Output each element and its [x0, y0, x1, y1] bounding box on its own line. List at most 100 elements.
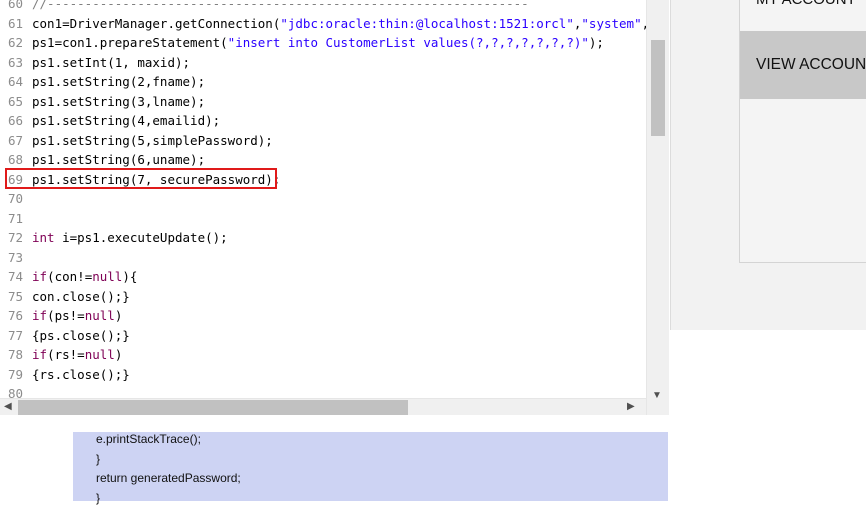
line-number: 75: [8, 288, 24, 304]
code-token: ps1.setString(3,lname);: [32, 93, 206, 109]
line-number: 80: [8, 386, 24, 398]
line-number: 67: [8, 132, 24, 148]
code-line: 74 if(con!=null){: [0, 267, 646, 286]
code-token: //--------------------------------------…: [32, 0, 529, 11]
line-text: {ps.close();}: [32, 326, 130, 345]
line-text: ps1.setString(6,uname);: [32, 150, 205, 169]
code-token: null: [92, 269, 123, 284]
line-text: ps1.setString(3,lname);: [32, 92, 205, 111]
line-number: 66: [8, 113, 24, 128]
line-number: 63: [8, 54, 24, 70]
code-line: 75 con.close();}: [0, 287, 646, 306]
code-token: int: [32, 230, 55, 245]
code-token: if: [32, 269, 48, 284]
code-line: 65 ps1.setString(3,lname);: [0, 92, 646, 111]
line-text: ps1.setString(4,emailid);: [32, 111, 220, 130]
code-token: "system": [581, 15, 642, 31]
scroll-down-icon[interactable]: ▼: [652, 390, 662, 401]
code-token: "jdbc:oracle:thin:@localhost:1521:orcl": [280, 15, 574, 31]
line-number: 76: [8, 308, 24, 323]
code-token: ps1.setString(4,emailid);: [32, 113, 221, 128]
code-token: if: [32, 308, 48, 323]
line-number: 71: [8, 210, 24, 226]
code-line: 64 ps1.setString(2,fname);: [0, 72, 646, 91]
code-token: if: [32, 347, 48, 362]
vertical-scroll-thumb[interactable]: [651, 40, 665, 136]
code-token: ){: [122, 269, 138, 284]
code-line: 60 //------------------------------------…: [0, 0, 646, 13]
code-line: 72 int i=ps1.executeUpdate();: [0, 228, 646, 247]
line-text: ps1.setString(5,simplePassword);: [32, 131, 273, 150]
code-line: 70: [0, 189, 646, 208]
code-token: (rs!=: [47, 347, 85, 362]
code-token: null: [84, 347, 115, 362]
horizontal-scrollbar[interactable]: ◀ ▶: [0, 398, 646, 416]
code-token: con.close();}: [32, 288, 130, 304]
code-line: 66 ps1.setString(4,emailid);: [0, 111, 646, 130]
code-line: 61 con1=DriverManager.getConnection("jdbc…: [0, 14, 646, 33]
code-token: ps1=con1.prepareStatement(: [32, 35, 228, 50]
scroll-right-icon[interactable]: ▶: [627, 401, 635, 412]
code-token: {rs.close();}: [32, 366, 130, 382]
code-editor[interactable]: 60 //------------------------------------…: [0, 0, 646, 398]
line-text: ps1.setInt(1, maxid);: [32, 53, 190, 72]
menu-item-view-account[interactable]: VIEW ACCOUNT: [740, 31, 866, 99]
line-text: ps1.setString(2,fname);: [32, 72, 205, 91]
code-line: 76 if(ps!=null): [0, 306, 646, 325]
line-number: 79: [8, 366, 24, 382]
line-number: 64: [8, 74, 24, 89]
line-text: //--------------------------------------…: [32, 0, 529, 13]
line-number: 60: [8, 0, 24, 11]
code-line: 77 {ps.close();}: [0, 326, 646, 345]
menu-item-my-account[interactable]: MY ACCOUNT: [740, 0, 866, 30]
code-line: 67 ps1.setString(5,simplePassword);: [0, 131, 646, 150]
code-token: i=ps1.executeUpdate();: [54, 230, 228, 245]
line-text: if(con!=null){: [32, 267, 137, 286]
code-token: ): [114, 308, 123, 323]
code-line: 73: [0, 248, 646, 267]
scroll-left-icon[interactable]: ◀: [4, 401, 12, 412]
code-line: 71: [0, 209, 646, 228]
line-number: 78: [8, 347, 24, 362]
side-panel: MY ACCOUNT VIEW ACCOUNT: [670, 0, 866, 330]
code-token: ps1.setInt(1, maxid);: [32, 54, 191, 70]
highlight-box: [5, 168, 277, 189]
code-token: null: [84, 308, 115, 323]
line-text: con1=DriverManager.getConnection("jdbc:o…: [32, 14, 646, 33]
line-text: if(rs!=null): [32, 345, 122, 364]
line-text: {rs.close();}: [32, 365, 130, 384]
code-token: "insert into CustomerList values(?,?,?,?…: [227, 35, 589, 50]
code-token: );: [588, 35, 604, 50]
horizontal-scroll-thumb[interactable]: [18, 400, 408, 415]
line-number: 70: [8, 191, 24, 206]
line-text: if(ps!=null): [32, 306, 122, 325]
code-token: (con!=: [47, 269, 93, 284]
code-token: ps1.setString(6,uname);: [32, 152, 206, 167]
code-token: (ps!=: [47, 308, 85, 323]
code-line: 78 if(rs!=null): [0, 345, 646, 364]
account-menu: MY ACCOUNT VIEW ACCOUNT: [739, 0, 866, 263]
line-number: 73: [8, 249, 24, 265]
line-number: 62: [8, 35, 24, 50]
line-number: 77: [8, 327, 24, 343]
answer-code-line: return generatedPassword;: [96, 471, 241, 485]
code-token: con1=DriverManager.getConnection(: [32, 15, 281, 31]
line-number: 65: [8, 93, 24, 109]
answer-code-line: }: [96, 451, 101, 466]
code-token: ps1.setString(2,fname);: [32, 74, 206, 89]
line-number: 68: [8, 152, 24, 167]
line-text: int i=ps1.executeUpdate();: [32, 228, 228, 247]
answer-code-line: }: [96, 490, 101, 505]
answer-code-line: e.printStackTrace();: [96, 432, 201, 446]
code-line: 62 ps1=con1.prepareStatement("insert into…: [0, 33, 646, 52]
vertical-scrollbar[interactable]: ▼: [646, 0, 669, 415]
code-line: 79 {rs.close();}: [0, 365, 646, 384]
line-number: 74: [8, 269, 24, 284]
code-line: 63 ps1.setInt(1, maxid);: [0, 53, 646, 72]
code-line: 68 ps1.setString(6,uname);: [0, 150, 646, 169]
code-token: ): [114, 347, 123, 362]
code-line: 80: [0, 384, 646, 398]
code-token: {ps.close();}: [32, 327, 130, 343]
line-number: 61: [8, 15, 24, 31]
code-token: ps1.setString(5,simplePassword);: [32, 132, 273, 148]
